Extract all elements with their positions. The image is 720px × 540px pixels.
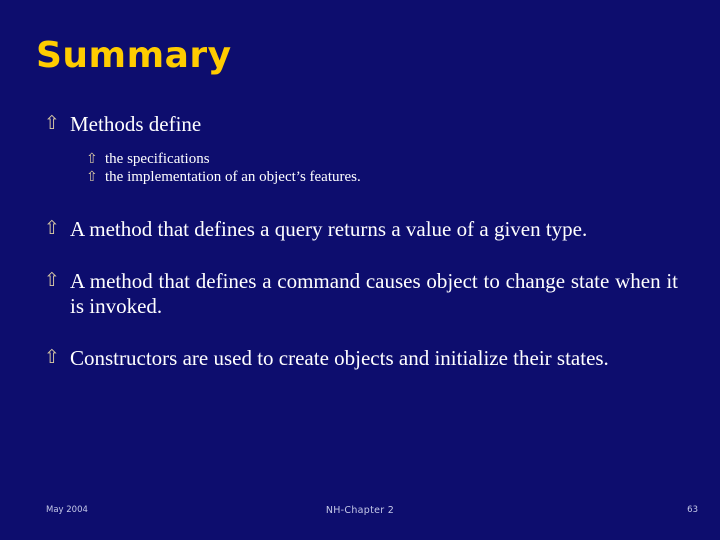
sub-bullet-group: ⇧ the specifications ⇧ the implementatio… bbox=[86, 150, 678, 188]
slide-body: ⇧ Methods define ⇧ the specifications ⇧ … bbox=[44, 112, 678, 372]
bullet-item: ⇧ Methods define bbox=[44, 112, 678, 138]
slide-footer: May 2004 NH-Chapter 2 63 bbox=[0, 502, 720, 526]
bullet-item: ⇧ A method that defines a command causes… bbox=[44, 269, 678, 320]
up-arrow-bullet-icon: ⇧ bbox=[44, 217, 60, 240]
sub-bullet-text: the implementation of an object’s featur… bbox=[105, 169, 361, 186]
bullet-text: A method that defines a command causes o… bbox=[70, 268, 678, 319]
up-arrow-bullet-icon: ⇧ bbox=[44, 112, 60, 134]
up-arrow-bullet-icon: ⇧ bbox=[44, 268, 60, 291]
bullet-text: Methods define bbox=[70, 112, 202, 136]
sub-bullet-text: the specifications bbox=[105, 150, 210, 167]
slide-title: Summary bbox=[36, 35, 232, 76]
bullet-item: ⇧ Constructors are used to create object… bbox=[44, 346, 678, 372]
sub-bullet-item: ⇧ the implementation of an object’s feat… bbox=[86, 168, 678, 187]
bullet-item: ⇧ A method that defines a query returns … bbox=[44, 217, 678, 243]
presentation-slide: Summary ⇧ Methods define ⇧ the specifica… bbox=[0, 0, 720, 540]
up-arrow-bullet-icon: ⇧ bbox=[44, 345, 60, 368]
up-arrow-bullet-icon: ⇧ bbox=[86, 169, 98, 186]
footer-page-number: 63 bbox=[687, 505, 698, 515]
bullet-text: Constructors are used to create objects … bbox=[70, 345, 609, 370]
footer-chapter: NH-Chapter 2 bbox=[325, 505, 395, 516]
up-arrow-bullet-icon: ⇧ bbox=[86, 150, 98, 167]
bullet-text: A method that defines a query returns a … bbox=[70, 217, 588, 242]
sub-bullet-item: ⇧ the specifications bbox=[86, 150, 678, 169]
